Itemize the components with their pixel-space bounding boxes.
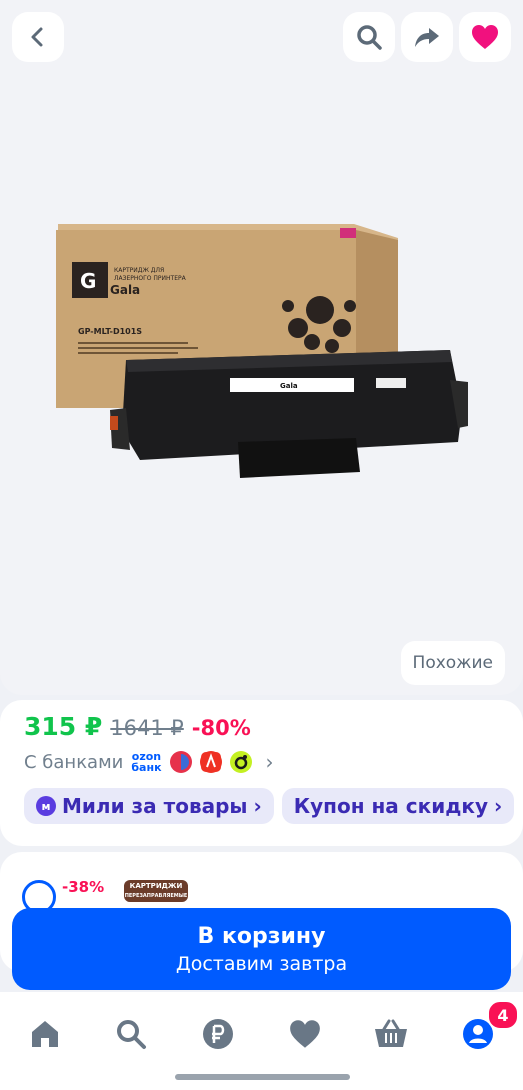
old-price: 1641 ₽ <box>110 716 184 740</box>
product-image: G Gala КАРТРИДЖ ДЛЯ ЛАЗЕРНОГО ПРИНТЕРА G… <box>56 224 468 478</box>
nav-search[interactable] <box>111 1014 151 1054</box>
coupon-label: Купон на скидку <box>293 794 488 818</box>
box-caption-1: КАРТРИДЖ ДЛЯ <box>114 267 164 274</box>
price-card: 315 ₽ 1641 ₽ -80% С банками ozon банк › … <box>0 700 523 846</box>
svg-text:G: G <box>80 269 96 293</box>
green-bank-icon <box>229 751 252 773</box>
alfa-bank-icon <box>199 751 222 773</box>
search-icon <box>117 1020 146 1049</box>
coupon-chip[interactable]: Купон на скидку › <box>281 788 515 824</box>
heart-icon <box>290 1020 320 1048</box>
similar-button[interactable]: Похожие <box>400 641 505 685</box>
home-icon <box>32 1021 58 1047</box>
box-caption-2: ЛАЗЕРНОГО ПРИНТЕРА <box>114 275 187 282</box>
product-gallery[interactable]: G Gala КАРТРИДЖ ДЛЯ ЛАЗЕРНОГО ПРИНТЕРА G… <box>0 0 523 695</box>
miles-icon: м <box>36 796 56 816</box>
add-to-cart-label: В корзину <box>197 923 326 949</box>
box-brand: Gala <box>110 283 140 297</box>
nav-cart[interactable] <box>371 1014 411 1054</box>
share-button[interactable] <box>401 12 453 62</box>
miles-label: Мили за товары <box>62 794 248 818</box>
search-icon <box>357 25 382 50</box>
bank-offers[interactable]: С банками ozon банк › <box>24 750 274 774</box>
ozon-bank-logo: ozon банк <box>131 750 162 774</box>
chevron-left-icon <box>31 27 43 47</box>
search-button[interactable] <box>343 12 395 62</box>
nav-favorites[interactable] <box>285 1014 325 1054</box>
seller-discount-badge: -38% <box>56 878 111 896</box>
add-to-cart-button[interactable]: В корзину Доставим завтра <box>12 908 511 990</box>
chevron-right-icon: › <box>493 794 503 818</box>
home-indicator <box>175 1074 350 1080</box>
svg-text:Gala: Gala <box>280 382 298 390</box>
profile-notification-badge: 4 <box>487 1000 519 1030</box>
back-button[interactable] <box>12 12 64 62</box>
bank-offers-label: С банками <box>24 751 124 773</box>
sbp-bank-icon <box>169 751 192 773</box>
discount-percent: -80% <box>191 716 251 740</box>
chevron-right-icon: › <box>253 794 262 818</box>
heart-icon <box>472 25 498 49</box>
nav-finance[interactable] <box>198 1014 238 1054</box>
favorite-button[interactable] <box>459 12 511 62</box>
delivery-label: Доставим завтра <box>175 952 348 975</box>
share-icon <box>415 28 439 47</box>
current-price: 315 ₽ <box>24 712 103 741</box>
miles-chip[interactable]: м Мили за товары › <box>24 788 274 824</box>
chevron-right-icon: › <box>265 750 274 774</box>
seller-tag: КАРТРИДЖИ ПЕРЕЗАПРАВЛЯЕМЫЕ <box>124 880 188 902</box>
nav-home[interactable] <box>25 1014 65 1054</box>
price-row: 315 ₽ 1641 ₽ -80% <box>24 712 251 741</box>
basket-icon <box>375 1019 407 1047</box>
box-model: GP-MLT-D101S <box>78 327 142 336</box>
ruble-icon <box>203 1019 233 1049</box>
